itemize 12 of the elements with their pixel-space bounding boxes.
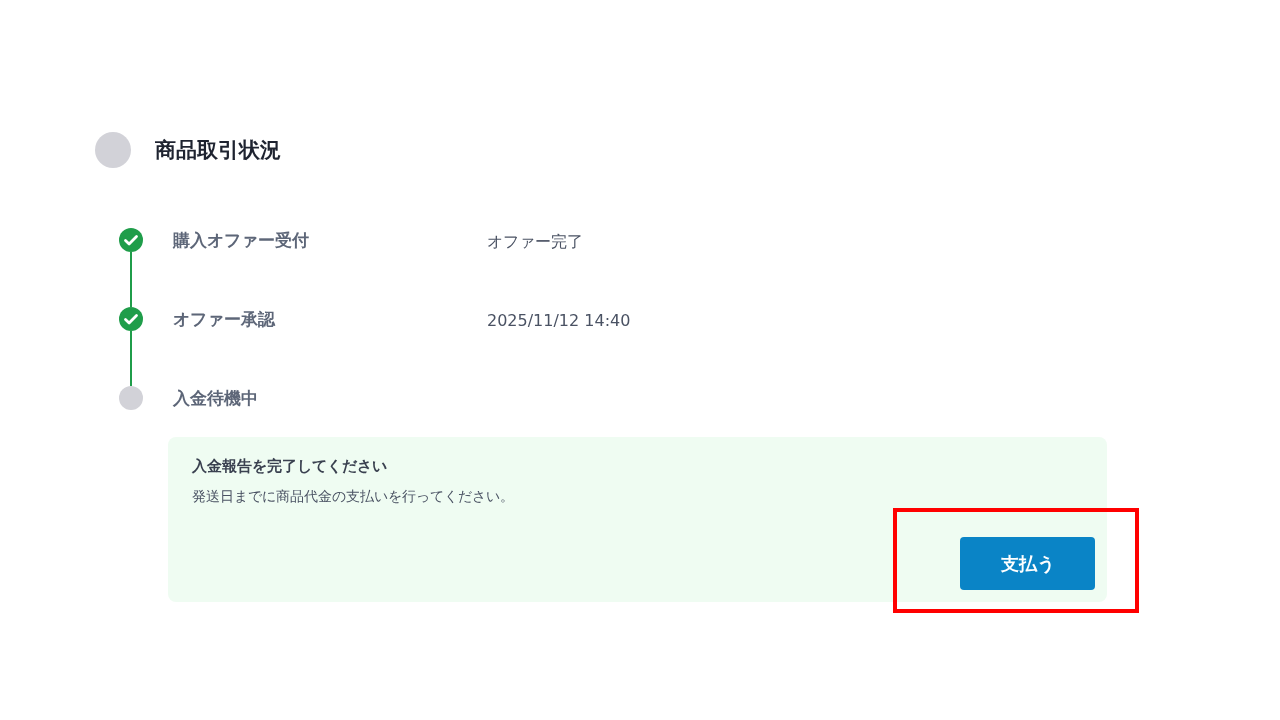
step-value: 2025/11/12 14:40 — [487, 310, 631, 332]
section-title: 商品取引状況 — [155, 137, 281, 164]
step-label: 入金待機中 — [173, 387, 259, 410]
step-label: 購入オファー受付 — [173, 229, 310, 252]
section-icon — [95, 132, 131, 168]
step-label: オファー承認 — [173, 308, 277, 331]
notice-title: 入金報告を完了してください — [192, 457, 388, 476]
timeline-connector — [130, 252, 132, 307]
step-value: オファー完了 — [487, 231, 583, 253]
timeline-connector — [130, 331, 132, 386]
notice-message: 発送日までに商品代金の支払いを行ってください。 — [192, 488, 515, 506]
pay-button[interactable]: 支払う — [960, 537, 1095, 590]
